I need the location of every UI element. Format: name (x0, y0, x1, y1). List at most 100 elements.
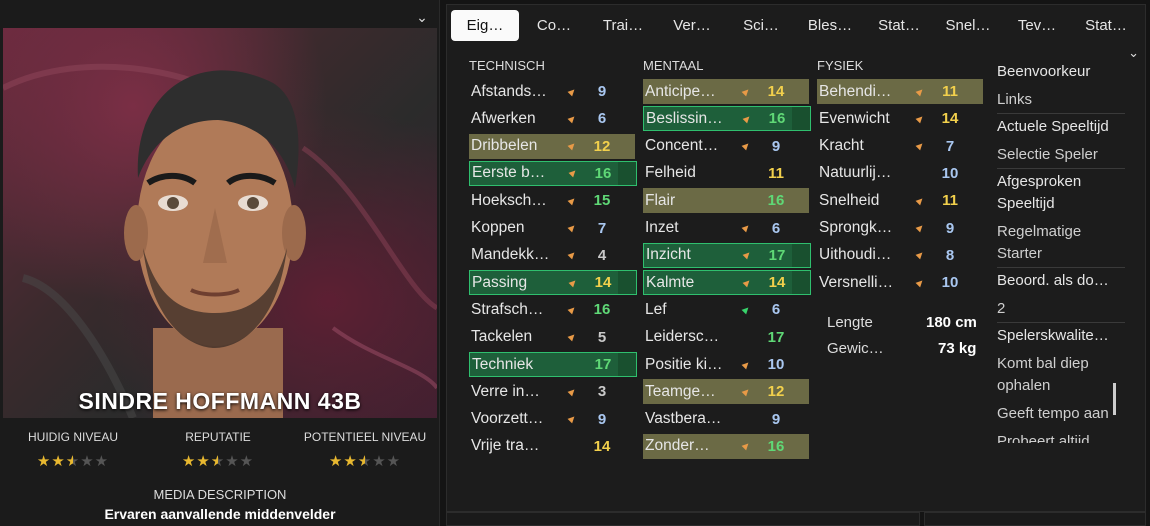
tab-6[interactable]: Stat… (865, 10, 933, 41)
highlight-bar-tail (618, 353, 636, 376)
tab-3[interactable]: Ver… (658, 10, 726, 41)
preferred-foot-label: Beenvoorkeur (997, 63, 1091, 80)
player-traits-label: Spelerskwalite… (997, 327, 1109, 344)
attribute-name: Vrije tra… (471, 437, 540, 455)
attribute-name: Eerste b… (472, 164, 546, 182)
trend-arrow-icon: ▲ (737, 383, 755, 400)
tab-7[interactable]: Snel… (934, 10, 1002, 41)
trend-arrow-icon: ▲ (564, 274, 582, 291)
player-trait-item: Komt bal diep ophalen (997, 355, 1089, 394)
attribute-value: 10 (941, 274, 959, 292)
trend-arrow-icon: ▲ (737, 137, 755, 155)
tab-9[interactable]: Stat… (1072, 10, 1140, 41)
tab-2[interactable]: Trai… (589, 10, 657, 41)
weight-label: Gewic… (827, 340, 884, 357)
attribute-row-physical[interactable]: Uithoudi… ▲ 8 (817, 243, 983, 268)
attribute-row-technical[interactable]: Afstands… ▲ 9 (469, 79, 635, 104)
player-portrait (3, 28, 437, 418)
attribute-row-mental[interactable]: Vastbera… 9 (643, 407, 809, 432)
attribute-row-physical[interactable]: Natuurlij… 10 (817, 161, 983, 186)
attribute-row-physical[interactable]: Versnelli… ▲ 10 (817, 270, 983, 295)
attribute-row-mental[interactable]: Zonder… ▲ 16 (643, 433, 809, 459)
tab-1[interactable]: Co… (520, 10, 588, 41)
attribute-row-mental[interactable]: Teamge… ▲ 12 (643, 379, 809, 405)
attribute-row-technical[interactable]: Hoeksch… ▲ 15 (469, 188, 635, 213)
trend-arrow-icon: ▲ (563, 192, 581, 209)
rating-label: POTENTIEEL NIVEAU (303, 430, 427, 444)
attribute-row-physical[interactable]: Sprongk… ▲ 9 (817, 216, 983, 241)
trend-arrow-icon: ▲ (738, 274, 756, 291)
attribute-row-mental[interactable]: Lef ▲ 6 (643, 297, 809, 322)
attribute-row-technical[interactable]: Afwerken ▲ 6 (469, 106, 635, 131)
attribute-row-technical[interactable]: Koppen ▲ 7 (469, 216, 635, 241)
highlight-bar-tail (965, 134, 983, 159)
length-label: Lengte (827, 314, 873, 331)
attribute-row-mental[interactable]: Anticipe… ▲ 14 (643, 79, 809, 104)
attribute-row-technical[interactable]: Mandekk… ▲ 4 (469, 243, 635, 268)
attribute-row-technical[interactable]: Vrije tra… 14 (469, 434, 635, 459)
attribute-row-technical[interactable]: Voorzett… ▲ 9 (469, 407, 635, 432)
attribute-row-physical[interactable]: Kracht ▲ 7 (817, 134, 983, 159)
attribute-row-technical[interactable]: Passing ▲ 14 (469, 270, 637, 296)
trend-arrow-icon: ▲ (911, 247, 929, 264)
mental-header: MENTAAL (643, 58, 704, 73)
highlight-bar-tail (791, 216, 809, 241)
attribute-row-physical[interactable]: Snelheid ▲ 11 (817, 188, 983, 213)
tab-overflow-chevron-icon[interactable]: ⌄ (1128, 45, 1139, 61)
tab-5[interactable]: Bles… (796, 10, 864, 41)
bottom-panel-edge (446, 512, 920, 526)
attribute-row-mental[interactable]: Flair 16 (643, 188, 809, 214)
attribute-row-mental[interactable]: Inzicht ▲ 17 (643, 242, 811, 268)
attribute-row-mental[interactable]: Beslissin… ▲ 16 (643, 106, 811, 132)
highlight-bar-tail (965, 216, 983, 241)
attribute-row-technical[interactable]: Strafsch… ▲ 16 (469, 297, 635, 322)
info-scrollbar-thumb[interactable] (1113, 383, 1116, 415)
tab-4[interactable]: Sci… (727, 10, 795, 41)
attribute-value: 14 (767, 83, 785, 100)
attribute-row-mental[interactable]: Felheid 11 (643, 161, 809, 186)
trend-arrow-icon: ▲ (563, 247, 581, 264)
attribute-name: Zonder… (645, 437, 710, 455)
attribute-value: 17 (767, 328, 785, 346)
attribute-row-mental[interactable]: Positie ki… ▲ 10 (643, 352, 809, 377)
highlight-bar-tail (617, 243, 635, 268)
attribute-row-physical[interactable]: Evenwicht ▲ 14 (817, 106, 983, 131)
attribute-row-mental[interactable]: Kalmte ▲ 14 (643, 270, 811, 296)
highlight-bar-tail (965, 106, 983, 131)
attribute-row-technical[interactable]: Tackelen ▲ 5 (469, 325, 635, 350)
tab-8[interactable]: Tev… (1003, 10, 1071, 41)
trend-arrow-icon: ▲ (911, 83, 929, 100)
attribute-value: 10 (941, 164, 959, 182)
attribute-row-technical[interactable]: Eerste b… ▲ 16 (469, 160, 637, 186)
attribute-row-mental[interactable]: Inzet ▲ 6 (643, 216, 809, 241)
highlight-bar-tail (791, 161, 809, 186)
player-trait-item: Probeert altijd (997, 433, 1090, 443)
attribute-row-mental[interactable]: Concent… ▲ 9 (643, 134, 809, 159)
divider (997, 113, 1125, 114)
attribute-row-physical[interactable]: Behendi… ▲ 11 (817, 79, 983, 104)
trend-arrow-icon: ▲ (564, 165, 582, 182)
divider (997, 267, 1125, 268)
highlight-bar-tail (791, 297, 809, 322)
tab-0[interactable]: Eig… (451, 10, 519, 41)
highlight-bar-tail (791, 325, 809, 350)
attribute-name: Strafsch… (471, 300, 544, 318)
attribute-value: 14 (594, 274, 612, 292)
highlight-bar-tail (791, 434, 809, 459)
attributes-panel: Eig… Co… Trai… Ver… Sci… Bles… Stat… Snel… Tev… S… (446, 4, 1146, 512)
attribute-row-technical[interactable]: Dribbelen ▲ 12 (469, 133, 635, 159)
attribute-name: Anticipe… (645, 82, 716, 100)
attribute-row-mental[interactable]: Leidersc… 17 (643, 325, 809, 350)
attribute-row-technical[interactable]: Verre in… ▲ 3 (469, 379, 635, 404)
current-ability-rating: HUIDIG NIVEAU ★★★★★ (3, 430, 143, 470)
highlight-bar-tail (617, 325, 635, 350)
attribute-value: 9 (945, 219, 955, 237)
attribute-row-technical[interactable]: Techniek 17 (469, 352, 637, 377)
attribute-name: Flair (645, 191, 676, 209)
trend-arrow-icon: ▲ (563, 329, 581, 346)
current-playtime-label: Actuele Speeltijd (997, 118, 1109, 135)
collapse-chevron-icon[interactable]: ⌄ (413, 8, 431, 26)
media-description-value: Ervaren aanvallende middenvelder (104, 506, 336, 522)
trend-arrow-icon: ▲ (911, 274, 929, 291)
attribute-value: 12 (767, 383, 785, 401)
